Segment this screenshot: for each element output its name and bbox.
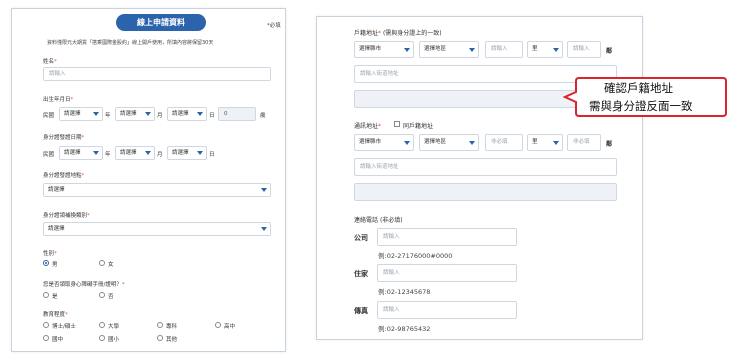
name-input[interactable]: 請輸入 [43, 67, 271, 81]
phone-home-input[interactable]: 請輸入 [377, 264, 517, 282]
phone-home-example: 例:02-12345678 [378, 288, 431, 296]
age-field: 0 [218, 107, 256, 121]
age-unit: 歲 [260, 113, 266, 119]
education-elementary-radio[interactable] [99, 335, 105, 341]
id-issue-day-select[interactable]: 請選擇 [167, 146, 207, 160]
education-other-label: 其他 [166, 337, 178, 343]
education-junior-radio[interactable] [43, 335, 49, 341]
birth-day-select[interactable]: 請選擇 [167, 107, 207, 121]
birth-month-select[interactable]: 請選擇 [115, 107, 155, 121]
household-city-select[interactable]: 選擇縣市 [354, 41, 414, 58]
birth-era: 民國 [43, 113, 55, 119]
id-issue-month-select[interactable]: 請選擇 [115, 146, 155, 160]
id-issue-day-unit: 日 [209, 152, 215, 158]
mailing-lin-unit: 鄰 [606, 141, 613, 148]
mailing-li-select[interactable]: 里 [527, 134, 563, 151]
form-header: 線上申請資料 [116, 14, 206, 31]
birth-month-unit: 月 [157, 113, 163, 119]
disability-label: 您是否領取身心障礙手冊/證明？* [43, 282, 125, 288]
household-lin-input[interactable]: 請輸入 [567, 41, 601, 58]
household-li-select[interactable]: 里 [527, 41, 563, 58]
mailing-district-select[interactable]: 選擇地區 [419, 134, 479, 151]
disability-yes-label: 是 [52, 294, 58, 300]
phone-company-input[interactable]: 請輸入 [377, 228, 517, 246]
address-contact-panel: 戶籍地址* (需與身分證上的一致) 選擇縣市 選擇地區 請輸入 里 請輸入 鄰 … [316, 16, 643, 340]
mailing-address-label: 通訊地址* [354, 123, 382, 130]
disability-no-radio[interactable] [99, 292, 105, 298]
phone-company-label: 公司 [354, 234, 368, 242]
household-lin-unit: 鄰 [606, 48, 613, 55]
mailing-lin-input[interactable]: 非必填 [567, 134, 601, 151]
id-issue-type-label: 身分證領補換類別* [43, 213, 90, 219]
same-as-household-label: 同戶籍地址 [403, 123, 434, 130]
phone-home-label: 住家 [354, 270, 368, 278]
household-address-label: 戶籍地址* (需與身分證上的一致) [354, 30, 442, 37]
disability-yes-radio[interactable] [43, 292, 49, 298]
required-note: *必填 [267, 23, 281, 29]
phone-fax-input[interactable]: 請輸入 [377, 301, 517, 319]
education-elementary-label: 國小 [108, 337, 120, 343]
education-phd-label: 博士/碩士 [52, 324, 76, 330]
education-junior-label: 國中 [52, 337, 64, 343]
mailing-address-preview [354, 183, 617, 201]
education-highschool-radio[interactable] [215, 322, 221, 328]
education-university-label: 大學 [108, 324, 120, 330]
id-issue-place-label: 身分證發證地點* [43, 173, 85, 179]
phone-fax-example: 例:02-98765432 [378, 325, 431, 333]
education-phd-radio[interactable] [43, 322, 49, 328]
id-issue-month-unit: 月 [157, 152, 163, 158]
id-issue-date-label: 身分證發證日期* [43, 135, 85, 141]
id-issue-year-select[interactable]: 請選擇 [59, 146, 103, 160]
callout-line2: 需與身分證反面一致 [589, 99, 693, 113]
id-issue-type-select[interactable]: 請選擇 [43, 222, 271, 236]
education-college-label: 專科 [166, 324, 178, 330]
birth-label: 出生年月日* [43, 97, 74, 103]
id-issue-year-unit: 年 [105, 152, 111, 158]
mailing-street-input[interactable]: 請輸入街道地址 [354, 158, 617, 176]
phone-label: 連絡電話 (非必填) [354, 217, 403, 224]
education-label: 教育程度* [43, 312, 68, 318]
id-issue-place-select[interactable]: 請選擇 [43, 183, 271, 197]
id-issue-era: 民國 [43, 152, 55, 158]
education-college-radio[interactable] [157, 322, 163, 328]
gender-male-radio[interactable] [43, 260, 49, 266]
household-district-select[interactable]: 選擇地區 [419, 41, 479, 58]
name-label: 姓名* [43, 59, 57, 65]
phone-fax-label: 傳真 [354, 307, 368, 315]
form-notice: 資料僅限元大期貨「搭乘國際金股約」線上開戶使用，所填內容將保留30天 [47, 40, 214, 46]
gender-female-radio[interactable] [99, 260, 105, 266]
gender-male-label: 男 [52, 262, 58, 268]
callout-line1: 確認戶籍地址 [604, 81, 673, 95]
same-as-household-checkbox[interactable] [394, 121, 400, 127]
birth-year-select[interactable]: 請選擇 [59, 107, 103, 121]
household-address-callout: 確認戶籍地址 需與身分證反面一致 [563, 76, 728, 118]
education-other-radio[interactable] [157, 335, 163, 341]
birth-day-unit: 日 [209, 113, 215, 119]
mailing-city-select[interactable]: 選擇縣市 [354, 134, 414, 151]
birth-year-unit: 年 [105, 113, 111, 119]
disability-no-label: 否 [108, 294, 114, 300]
gender-female-label: 女 [108, 262, 114, 268]
education-highschool-label: 高中 [224, 324, 236, 330]
household-village-input[interactable]: 請輸入 [485, 41, 523, 58]
gender-label: 性別* [43, 251, 57, 257]
phone-company-example: 例:02-27176000#0000 [378, 252, 453, 260]
education-university-radio[interactable] [99, 322, 105, 328]
mailing-village-input[interactable]: 非必填 [485, 134, 523, 151]
application-form-panel: 線上申請資料 *必填 資料僅限元大期貨「搭乘國際金股約」線上開戶使用，所填內容將… [11, 8, 286, 352]
